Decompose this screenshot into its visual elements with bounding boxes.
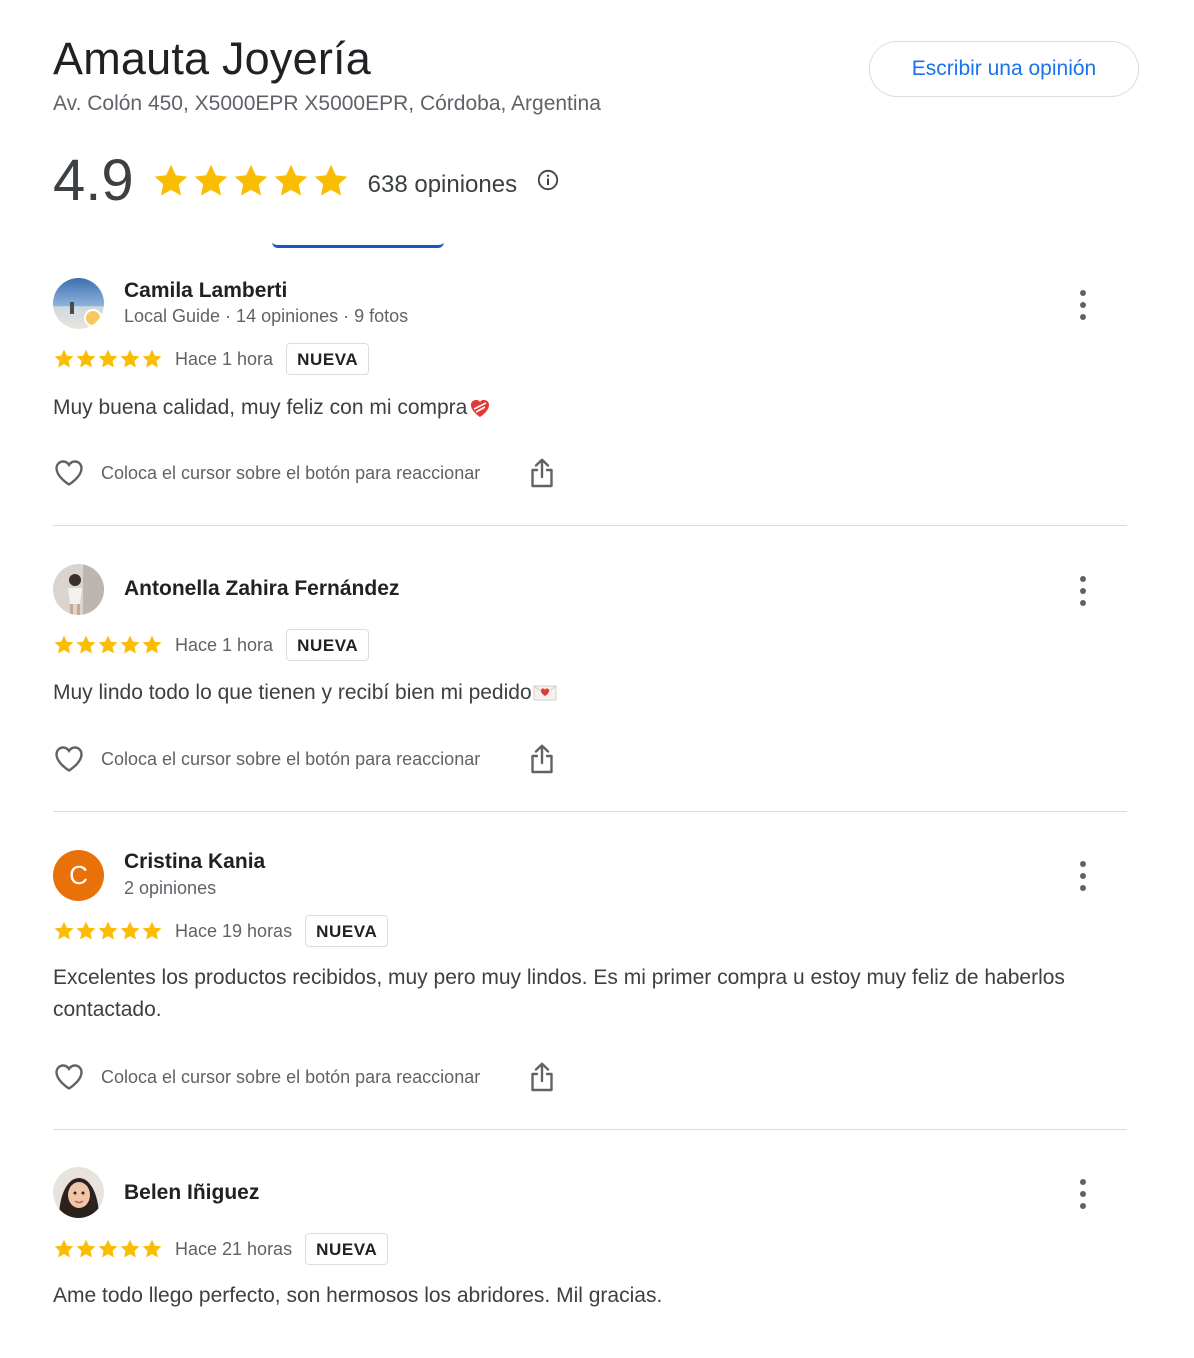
- star-icon: [53, 348, 75, 370]
- react-hint: Coloca el cursor sobre el botón para rea…: [101, 462, 481, 483]
- reviewer-name[interactable]: Antonella Zahira Fernández: [124, 577, 399, 601]
- star-icon: [97, 1238, 119, 1260]
- star-icon: [232, 162, 270, 200]
- mirror-selfie-avatar[interactable]: [53, 564, 104, 615]
- star-icon: [141, 1238, 163, 1260]
- share-icon[interactable]: [528, 1061, 556, 1093]
- review-actions: Coloca el cursor sobre el botón para rea…: [53, 739, 556, 779]
- review-time: Hace 19 horas: [175, 920, 293, 941]
- star-icon: [75, 1238, 97, 1260]
- more-options-icon[interactable]: [1073, 576, 1093, 606]
- review-time: Hace 21 horas: [175, 1238, 293, 1259]
- star-icon: [152, 162, 190, 200]
- review-text: Ame todo llego perfecto, son hermosos lo…: [53, 1284, 663, 1307]
- review-stars: [53, 1238, 163, 1260]
- tab-indicator: [272, 242, 444, 248]
- star-icon: [75, 634, 97, 656]
- review-rating-row: Hace 21 horas NUEVA: [53, 1232, 389, 1266]
- love-letter-icon: [533, 685, 557, 701]
- review-rating-row: Hace 1 hora NUEVA: [53, 628, 370, 662]
- mending-heart-icon: [471, 400, 490, 418]
- star-icon: [272, 162, 310, 200]
- star-icon: [119, 348, 141, 370]
- review-divider: [53, 525, 1127, 526]
- star-icon: [97, 634, 119, 656]
- star-icon: [75, 920, 97, 942]
- new-badge: NUEVA: [286, 343, 370, 375]
- review-text-container: Muy buena calidad, muy feliz con mi comp…: [53, 392, 1073, 424]
- share-icon[interactable]: [528, 457, 556, 489]
- react-hint: Coloca el cursor sobre el botón para rea…: [101, 1066, 481, 1087]
- review-time: Hace 1 hora: [175, 348, 274, 369]
- new-badge: NUEVA: [305, 1233, 389, 1265]
- star-icon: [141, 920, 163, 942]
- portrait-avatar[interactable]: [53, 1167, 104, 1218]
- review-text: Muy lindo todo lo que tienen y recibí bi…: [53, 681, 532, 704]
- beach-photo-avatar[interactable]: [53, 278, 104, 329]
- star-icon: [97, 920, 119, 942]
- review-stars: [53, 348, 163, 370]
- review-divider: [53, 811, 1127, 812]
- star-icon: [75, 348, 97, 370]
- review-time: Hace 1 hora: [175, 634, 274, 655]
- star-icon: [53, 634, 75, 656]
- review-text: Muy buena calidad, muy feliz con mi comp…: [53, 396, 468, 419]
- review-actions: Coloca el cursor sobre el botón para rea…: [53, 1057, 556, 1097]
- review-stars: [53, 920, 163, 942]
- review-text: Excelentes los productos recibidos, muy …: [53, 966, 1065, 1021]
- info-icon[interactable]: [537, 169, 559, 191]
- star-icon: [119, 1238, 141, 1260]
- new-badge: NUEVA: [286, 629, 370, 661]
- letter-avatar[interactable]: C: [53, 850, 104, 901]
- review-rating-row: Hace 1 hora NUEVA: [53, 342, 370, 376]
- star-icon: [119, 634, 141, 656]
- more-options-icon[interactable]: [1073, 1179, 1093, 1209]
- avatar-letter: C: [69, 860, 88, 890]
- star-icon: [97, 348, 119, 370]
- more-options-icon[interactable]: [1073, 290, 1093, 320]
- write-review-button[interactable]: Escribir una opinión: [869, 41, 1139, 97]
- star-icon: [312, 162, 350, 200]
- review-count: 638 opiniones: [367, 171, 518, 198]
- review-rating-row: Hace 19 horas NUEVA: [53, 914, 389, 948]
- star-icon: [53, 920, 75, 942]
- heart-icon[interactable]: [53, 1061, 85, 1093]
- reviewer-name[interactable]: Cristina Kania: [124, 850, 265, 874]
- rating-summary: 4.9 638 opiniones: [53, 146, 559, 216]
- share-icon[interactable]: [528, 743, 556, 775]
- reviewer-name[interactable]: Belen Iñiguez: [124, 1181, 259, 1205]
- reviewer-meta: Local Guide · 14 opiniones · 9 fotos: [124, 306, 409, 326]
- review-divider: [53, 1129, 1127, 1130]
- star-icon: [192, 162, 230, 200]
- react-hint: Coloca el cursor sobre el botón para rea…: [101, 748, 481, 769]
- review-actions: Coloca el cursor sobre el botón para rea…: [53, 453, 556, 493]
- more-options-icon[interactable]: [1073, 861, 1093, 891]
- star-icon: [141, 348, 163, 370]
- reviewer-name[interactable]: Camila Lamberti: [124, 279, 287, 303]
- star-icon: [53, 1238, 75, 1260]
- rating-stars: [152, 162, 352, 200]
- heart-icon[interactable]: [53, 743, 85, 775]
- star-icon: [119, 920, 141, 942]
- review-text-container: Muy lindo todo lo que tienen y recibí bi…: [53, 677, 1073, 709]
- reviewer-meta: 2 opiniones: [124, 878, 217, 898]
- heart-icon[interactable]: [53, 457, 85, 489]
- review-stars: [53, 634, 163, 656]
- average-rating: 4.9: [53, 148, 134, 213]
- new-badge: NUEVA: [305, 915, 389, 947]
- star-icon: [141, 634, 163, 656]
